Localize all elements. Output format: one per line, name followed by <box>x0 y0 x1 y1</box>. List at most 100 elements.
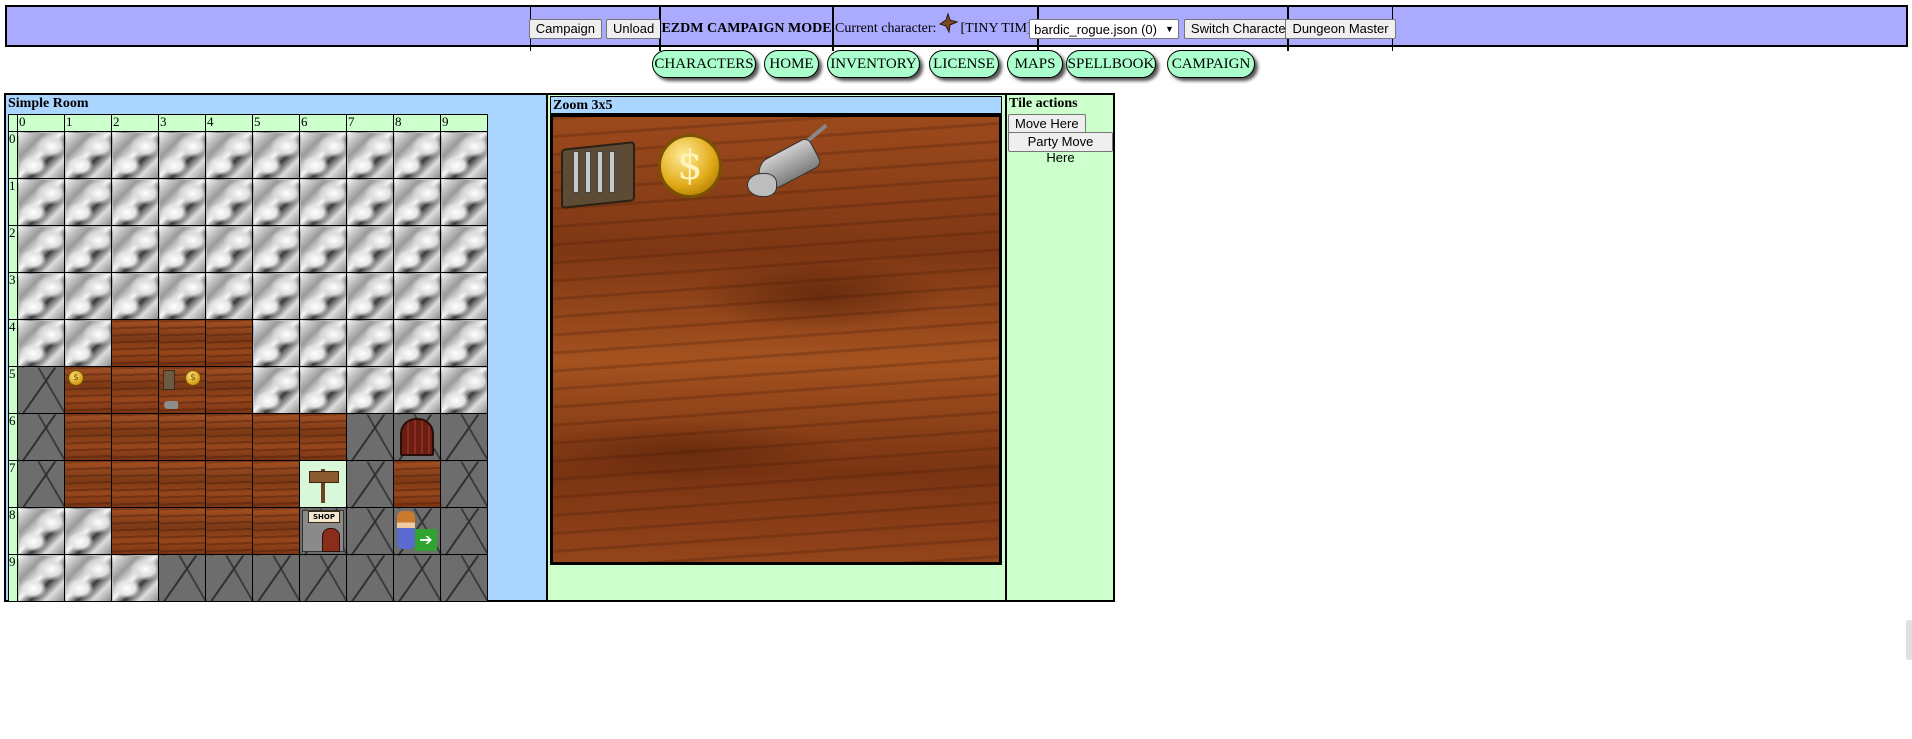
map-tile-stone[interactable] <box>346 507 394 555</box>
map-tile-wood[interactable] <box>158 319 206 367</box>
map-tile-rock[interactable] <box>440 225 488 273</box>
map-tile-rock[interactable] <box>158 225 206 273</box>
map-tile-rock[interactable] <box>346 366 394 414</box>
map-tile-rock[interactable] <box>17 131 65 179</box>
map-tile-stone[interactable] <box>17 366 65 414</box>
map-tile-rock[interactable] <box>440 366 488 414</box>
map-tile-rock[interactable] <box>440 131 488 179</box>
map-tile-rock[interactable] <box>299 272 347 320</box>
map-tile-stone[interactable] <box>252 554 300 602</box>
map-tile-rock[interactable] <box>205 272 253 320</box>
map-tile-rock[interactable] <box>111 272 159 320</box>
map-tile-rock[interactable] <box>393 272 441 320</box>
map-tile-stone[interactable] <box>346 460 394 508</box>
map-tile-rock[interactable] <box>17 319 65 367</box>
gold-coin-icon[interactable]: $ <box>658 134 722 198</box>
map-tile-rock[interactable] <box>158 131 206 179</box>
map-tile-rock[interactable] <box>17 272 65 320</box>
map-tile-stone[interactable] <box>440 554 488 602</box>
map-tile-wood[interactable] <box>158 413 206 461</box>
map-tile-wood[interactable] <box>111 319 159 367</box>
map-tile-rock[interactable] <box>64 507 112 555</box>
nav-maps[interactable]: MAPS <box>1007 50 1063 78</box>
map-tile-wood[interactable] <box>158 507 206 555</box>
map-tile-rock[interactable] <box>64 272 112 320</box>
map-tile-wood[interactable] <box>205 366 253 414</box>
map-tile-rock[interactable] <box>17 554 65 602</box>
map-tile-rock[interactable] <box>158 178 206 226</box>
map-tile-wood[interactable] <box>111 460 159 508</box>
rat-icon[interactable] <box>743 123 833 205</box>
map-tile-stone[interactable]: SHOP <box>299 507 347 555</box>
map-tile-wood[interactable] <box>205 507 253 555</box>
map-tile-rock[interactable] <box>17 178 65 226</box>
map-tile-stone[interactable] <box>440 413 488 461</box>
map-tile-rock[interactable] <box>346 225 394 273</box>
map-tile-stone[interactable] <box>393 413 441 461</box>
map-tile-rock[interactable] <box>299 131 347 179</box>
map-tile-stone[interactable] <box>346 413 394 461</box>
map-tile-wood[interactable] <box>205 413 253 461</box>
map-tile-rock[interactable] <box>252 178 300 226</box>
map-tile-rock[interactable] <box>64 178 112 226</box>
map-tile-stone[interactable] <box>440 460 488 508</box>
nav-license[interactable]: LICENSE <box>929 50 999 78</box>
map-tile-rock[interactable] <box>440 319 488 367</box>
map-tile-grass[interactable] <box>299 460 347 508</box>
unload-button[interactable]: Unload <box>606 19 662 39</box>
campaign-button[interactable]: Campaign <box>528 19 603 39</box>
map-tile-rock[interactable] <box>393 366 441 414</box>
switch-character-button[interactable]: Switch Character <box>1183 19 1297 39</box>
nav-characters[interactable]: CHARACTERS <box>652 50 756 78</box>
map-tile-wood[interactable] <box>158 460 206 508</box>
map-tile-rock[interactable] <box>64 225 112 273</box>
map-tile-wood[interactable] <box>111 413 159 461</box>
map-tile-stone[interactable] <box>205 554 253 602</box>
map-tile-wood[interactable] <box>205 319 253 367</box>
map-tile-wood[interactable] <box>252 460 300 508</box>
map-tile-rock[interactable] <box>158 272 206 320</box>
map-tile-stone[interactable]: ➔ <box>393 507 441 555</box>
map-tile-rock[interactable] <box>205 178 253 226</box>
map-tile-stone[interactable] <box>158 554 206 602</box>
map-tile-rock[interactable] <box>252 225 300 273</box>
map-tile-rock[interactable] <box>252 131 300 179</box>
map-tile-wood[interactable] <box>299 413 347 461</box>
map-tile-rock[interactable] <box>111 178 159 226</box>
dungeon-master-button[interactable]: Dungeon Master <box>1285 19 1396 39</box>
map-tile-rock[interactable] <box>111 225 159 273</box>
nav-spellbook[interactable]: SPELLBOOK <box>1066 50 1156 78</box>
map-tile-rock[interactable] <box>111 554 159 602</box>
map-tile-rock[interactable] <box>393 225 441 273</box>
map-tile-rock[interactable] <box>205 225 253 273</box>
map-tile-stone[interactable] <box>440 507 488 555</box>
map-tile-rock[interactable] <box>299 225 347 273</box>
map-tile-rock[interactable] <box>299 319 347 367</box>
map-tile-rock[interactable] <box>393 131 441 179</box>
nav-campaign[interactable]: CAMPAIGN <box>1167 50 1255 78</box>
map-tile-wood[interactable] <box>111 366 159 414</box>
map-tile-rock[interactable] <box>205 131 253 179</box>
map-tile-wood[interactable] <box>252 507 300 555</box>
map-tile-rock[interactable] <box>299 178 347 226</box>
map-tile-wood[interactable] <box>205 460 253 508</box>
zoom-view[interactable]: $ <box>550 114 1002 565</box>
map-tile-rock[interactable] <box>64 319 112 367</box>
map-tile-rock[interactable] <box>440 272 488 320</box>
map-tile-rock[interactable] <box>440 178 488 226</box>
character-select[interactable]: bardic_rogue.json (0) ▼ <box>1029 19 1179 39</box>
map-tile-rock[interactable] <box>17 507 65 555</box>
map-tile-wood[interactable] <box>111 507 159 555</box>
tool-roll-icon[interactable] <box>559 141 641 209</box>
map-tile-wood[interactable] <box>64 413 112 461</box>
map-tile-rock[interactable] <box>393 319 441 367</box>
map-tile-rock[interactable] <box>64 131 112 179</box>
map-tile-stone[interactable] <box>17 413 65 461</box>
map-tile-wood[interactable] <box>252 413 300 461</box>
map-tile-rock[interactable] <box>64 554 112 602</box>
map-tile-rock[interactable] <box>252 272 300 320</box>
move-here-button[interactable]: Move Here <box>1008 114 1086 134</box>
map-tile-rock[interactable] <box>17 225 65 273</box>
map-tile-stone[interactable] <box>346 554 394 602</box>
map-tile-rock[interactable] <box>393 178 441 226</box>
